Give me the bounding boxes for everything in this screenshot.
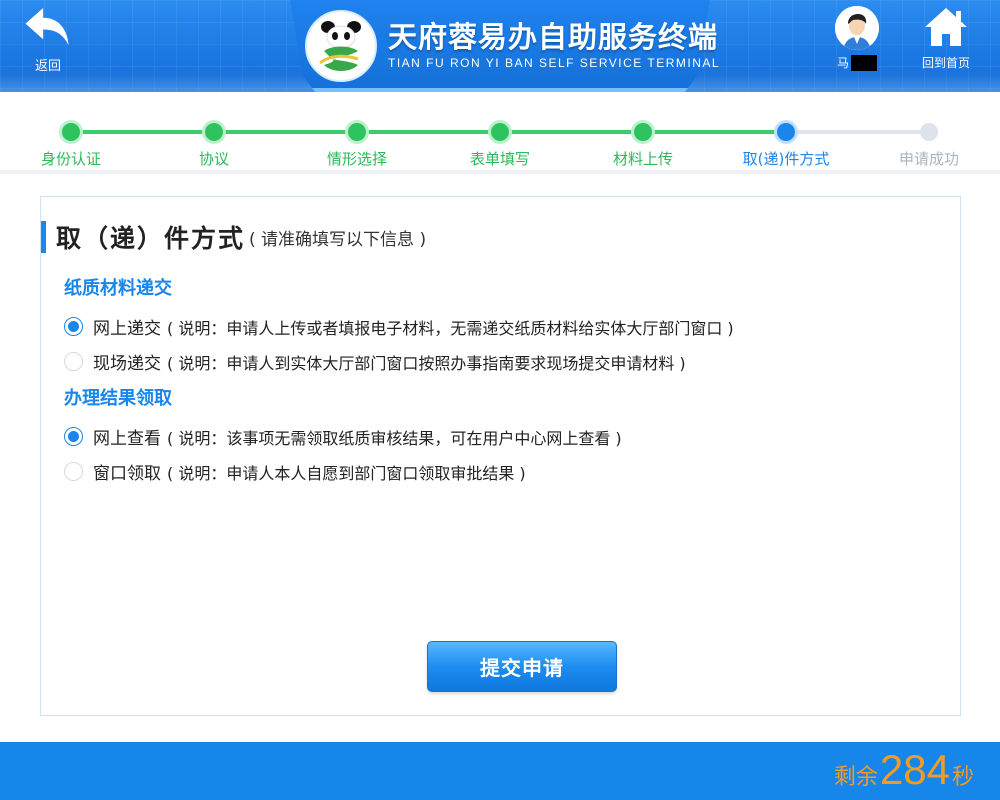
radio-online-submit[interactable] [64, 317, 83, 336]
panda-logo-icon [305, 10, 377, 82]
step-label-7: 申请成功 [898, 150, 959, 168]
section-header: 取（递）件方式 ( 请准确填写以下信息 ) [41, 219, 426, 255]
group-title-paper-submission: 纸质材料递交 [64, 278, 172, 299]
option-label: 窗口领取 [93, 464, 161, 484]
countdown-value: 284 [879, 746, 950, 793]
section-title: 取（递）件方式 [56, 224, 246, 253]
step-label-5: 材料上传 [612, 150, 673, 168]
step-dot-1 [62, 123, 80, 141]
home-icon [925, 8, 967, 46]
radio-window-pickup[interactable] [64, 462, 83, 481]
option-window-pickup[interactable]: 窗口领取 ( 说明：申请人本人自愿到部门窗口领取审批结果 ) [64, 459, 526, 484]
step-dot-5 [634, 123, 652, 141]
countdown-prefix: 剩余 [833, 765, 878, 790]
step-dot-3 [348, 123, 366, 141]
option-online-view[interactable]: 网上查看 ( 说明：该事项无需领取纸质审核结果，可在用户中心网上查看 ) [64, 424, 622, 449]
step-label-2: 协议 [198, 150, 229, 168]
back-label: 返回 [34, 59, 61, 74]
radio-online-view[interactable] [64, 427, 83, 446]
user-name: 马 [837, 54, 877, 71]
countdown-suffix: 秒 [951, 765, 974, 790]
step-dot-7 [920, 123, 938, 141]
user-avatar-icon [835, 6, 879, 50]
option-desc: ( 说明：申请人上传或者填报电子材料，无需递交纸质材料给实体大厅部门窗口 ) [167, 318, 734, 338]
step-label-4: 表单填写 [469, 150, 530, 168]
step-label-6: 取(递)件方式 [742, 150, 830, 168]
option-label: 网上查看 [93, 429, 161, 449]
step-line-todo [786, 130, 929, 134]
option-online-submit[interactable]: 网上递交 ( 说明：申请人上传或者填报电子材料，无需递交纸质材料给实体大厅部门窗… [64, 314, 734, 339]
radio-onsite-submit[interactable] [64, 352, 83, 371]
delivery-method-card: 取（递）件方式 ( 请准确填写以下信息 ) 纸质材料递交 网上递交 ( 说明：申… [40, 196, 961, 716]
step-label-1: 身份认证 [40, 150, 101, 168]
app-title: 天府蓉易办自助服务终端 [388, 20, 719, 54]
option-desc: ( 说明：该事项无需领取纸质审核结果，可在用户中心网上查看 ) [167, 428, 622, 448]
option-desc: ( 说明：申请人到实体大厅部门窗口按照办事指南要求现场提交申请材料 ) [167, 353, 686, 373]
footer-bar: 剩余 284 秒 [0, 742, 1000, 800]
home-button[interactable]: 回到首页 [914, 6, 978, 72]
option-label: 网上递交 [93, 319, 161, 339]
step-line-done [71, 130, 714, 134]
section-hint: ( 请准确填写以下信息 ) [249, 229, 427, 250]
countdown-timer: 剩余 284 秒 [834, 746, 974, 794]
back-button[interactable]: 返回 [18, 6, 78, 74]
back-arrow-icon [25, 7, 69, 46]
group-title-result-collection: 办理结果领取 [64, 388, 172, 409]
user-name-prefix: 马 [836, 56, 849, 70]
option-onsite-submit[interactable]: 现场递交 ( 说明：申请人到实体大厅部门窗口按照办事指南要求现场提交申请材料 ) [64, 349, 686, 374]
user-profile[interactable]: 马 [832, 6, 882, 72]
step-dot-6 [777, 123, 795, 141]
section-accent-bar [41, 221, 46, 253]
option-label: 现场递交 [93, 354, 161, 374]
step-label-3: 情形选择 [326, 150, 387, 168]
option-desc: ( 说明：申请人本人自愿到部门窗口领取审批结果 ) [167, 463, 526, 483]
home-label: 回到首页 [921, 56, 970, 70]
step-line-current [714, 130, 786, 134]
step-dot-4 [491, 123, 509, 141]
submit-application-button[interactable]: 提交申请 [427, 641, 617, 692]
progress-steps: 身份认证 协议 情形选择 表单填写 材料上传 取(递)件方式 申请成功 [0, 92, 1000, 174]
user-name-redaction [851, 54, 877, 71]
app-header: 返回 天府蓉易办自助服务终端 TIAN FU RON YI BAN SELF S… [0, 0, 1000, 92]
app-subtitle: TIAN FU RON YI BAN SELF SERVICE TERMINAL [388, 56, 721, 70]
step-dot-2 [205, 123, 223, 141]
